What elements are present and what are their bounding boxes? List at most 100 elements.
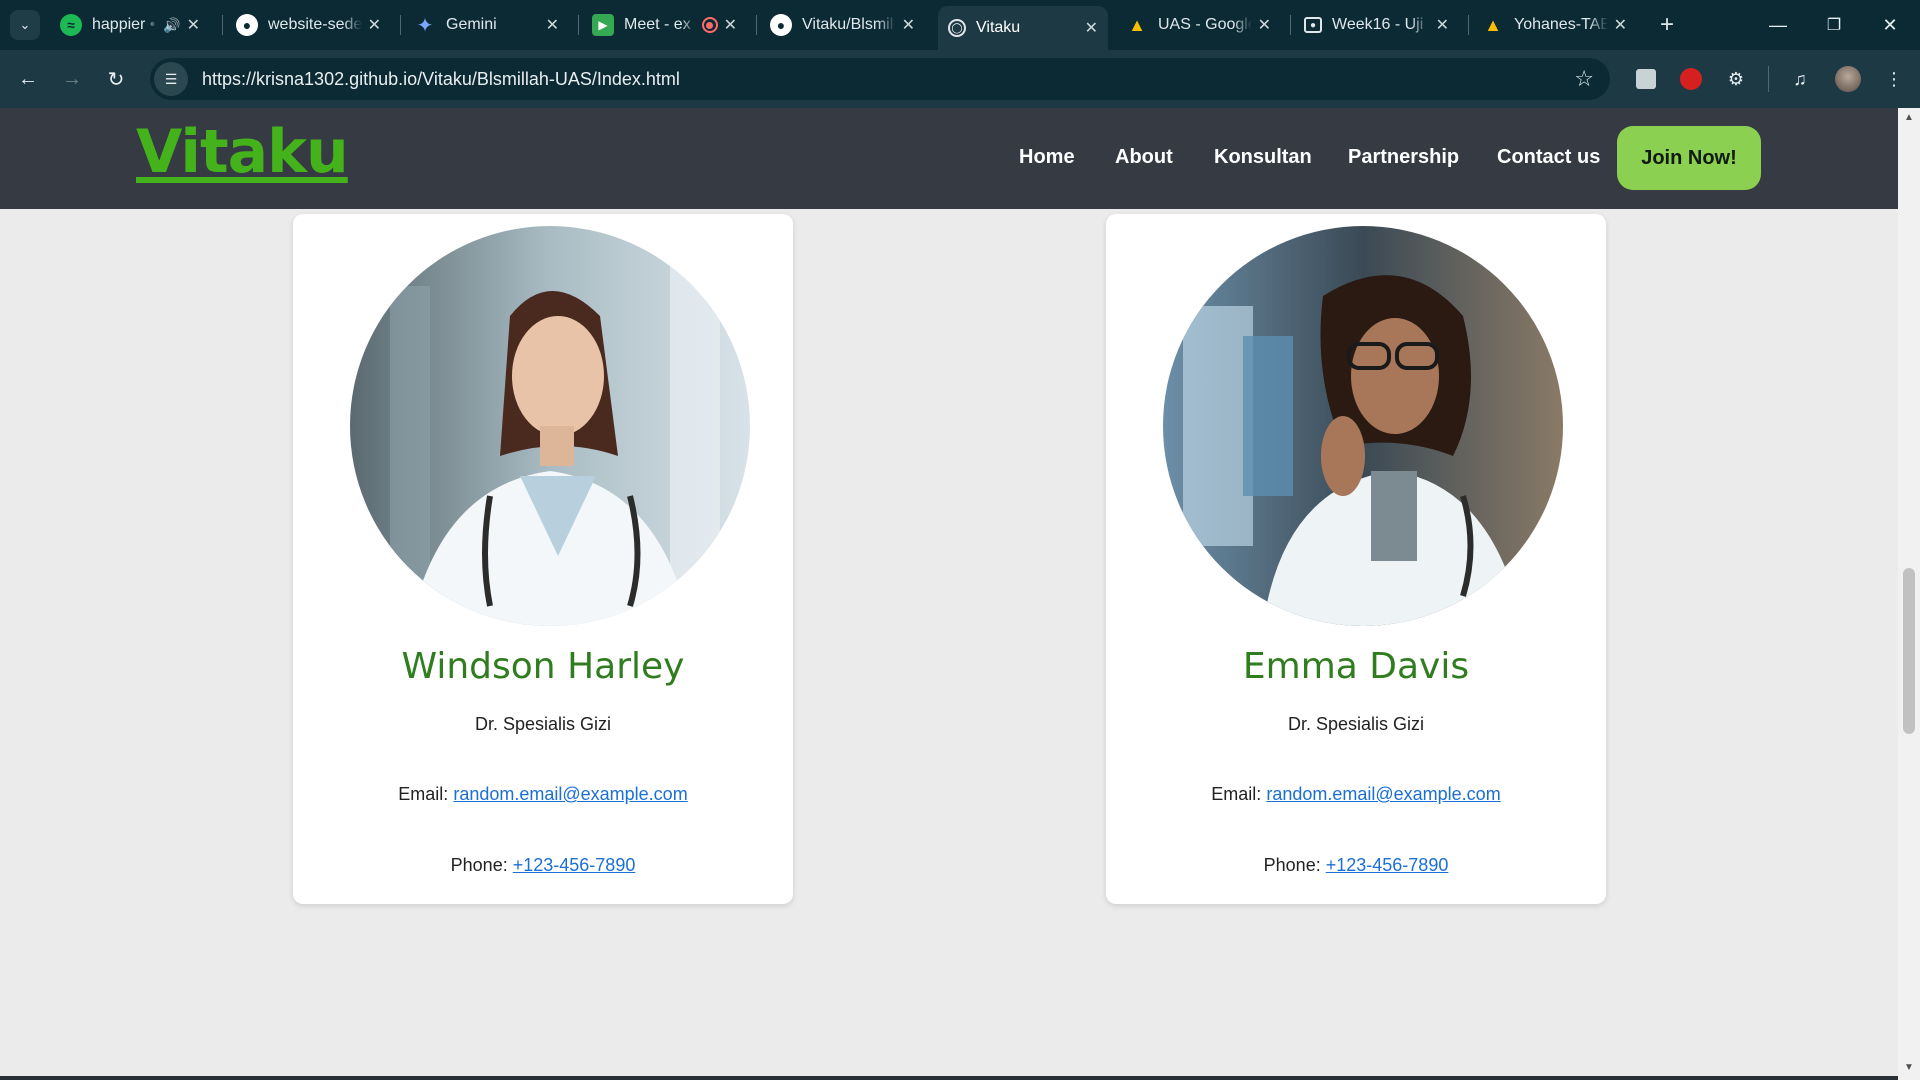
globe-icon: ◯ — [948, 19, 966, 37]
tab-drive-uas[interactable]: ▲ UAS - Google ✕ — [1116, 8, 1281, 42]
close-icon[interactable]: ✕ — [1436, 15, 1449, 35]
site-info-button[interactable]: ☰ — [154, 62, 188, 96]
site-logo[interactable]: Vitaku — [136, 122, 349, 182]
consultant-phone-line: Phone: +123-456-7890 — [293, 855, 793, 876]
doctor-portrait-image — [1163, 226, 1563, 626]
nav-konsultan[interactable]: Konsultan — [1214, 146, 1312, 169]
github-icon: ● — [770, 14, 792, 36]
close-icon[interactable]: ✕ — [1085, 18, 1098, 38]
tab-label: happier • — [92, 16, 156, 33]
nav-about[interactable]: About — [1115, 146, 1173, 169]
tab-separator — [1290, 15, 1291, 35]
tab-github-website[interactable]: ● website-sede ✕ — [226, 8, 391, 42]
window-close-button[interactable]: ✕ — [1870, 8, 1910, 42]
tab-label: UAS - Google — [1158, 16, 1252, 33]
email-link[interactable]: random.email@example.com — [1266, 784, 1500, 804]
tab-search-button[interactable]: ⌄ — [10, 10, 40, 40]
close-icon[interactable]: ✕ — [1614, 15, 1627, 35]
tab-label: website-sede — [268, 16, 362, 33]
close-icon[interactable]: ✕ — [546, 15, 559, 35]
tab-label: Gemini — [446, 16, 497, 33]
tab-drive-yohanes[interactable]: ▲ Yohanes-TAE ✕ — [1472, 8, 1637, 42]
drive-icon: ▲ — [1128, 14, 1146, 35]
tab-gemini[interactable]: ✦ Gemini ✕ — [404, 8, 569, 42]
tab-label: Week16 - Uji — [1332, 16, 1424, 33]
consultant-name: Windson Harley — [401, 646, 685, 687]
phone-link[interactable]: +123-456-7890 — [513, 855, 636, 875]
browser-menu-icon[interactable]: ⋮ — [1878, 63, 1910, 95]
tab-label: Vitaku/Blsmil — [802, 16, 894, 33]
page-viewport: Vitaku Home About Konsultan Partnership … — [0, 108, 1898, 1080]
recording-icon — [701, 17, 718, 33]
toolbar-separator — [1768, 66, 1769, 92]
url-text[interactable]: https://krisna1302.github.io/Vitaku/Blsm… — [202, 69, 680, 90]
extensions-puzzle-icon[interactable]: ⚙ — [1720, 63, 1752, 95]
reload-button[interactable]: ↻ — [100, 63, 132, 95]
back-button[interactable]: ← — [12, 63, 44, 95]
nav-contact-us[interactable]: Contact us — [1497, 146, 1600, 169]
consultant-photo — [1163, 226, 1563, 626]
tab-classroom[interactable]: ● Week16 - Uji ✕ — [1294, 8, 1459, 42]
tab-separator — [1468, 15, 1469, 35]
extension-adblock-icon[interactable] — [1675, 63, 1707, 95]
tune-icon: ☰ — [164, 70, 178, 87]
drive-icon: ▲ — [1484, 14, 1502, 35]
consultant-role: Dr. Spesialis Gizi — [474, 714, 612, 734]
classroom-icon: ● — [1304, 17, 1322, 33]
nav-partnership[interactable]: Partnership — [1348, 146, 1459, 169]
tab-label: Vitaku — [976, 19, 1021, 36]
address-bar[interactable]: ☰ https://krisna1302.github.io/Vitaku/Bl… — [150, 58, 1610, 100]
close-icon[interactable]: ✕ — [724, 15, 737, 35]
email-label: Email: — [398, 784, 449, 804]
tab-spotify[interactable]: ≈ happier • 🔊 ✕ — [50, 8, 210, 42]
tab-label: Meet - ex — [624, 16, 691, 33]
arrow-left-icon: ← — [18, 67, 38, 90]
media-control-icon[interactable]: ♫ — [1784, 63, 1816, 95]
close-icon[interactable]: ✕ — [902, 15, 915, 35]
consultant-role: Dr. Spesialis Gizi — [1287, 714, 1425, 734]
email-link[interactable]: random.email@example.com — [453, 784, 687, 804]
consultant-photo — [350, 226, 750, 626]
phone-link[interactable]: +123-456-7890 — [1326, 855, 1449, 875]
phone-label: Phone: — [1263, 855, 1321, 875]
consultant-card: Windson Harley Dr. Spesialis Gizi Email:… — [293, 214, 793, 904]
email-label: Email: — [1211, 784, 1262, 804]
speaker-icon[interactable]: 🔊 — [163, 17, 180, 34]
close-icon[interactable]: ✕ — [187, 15, 200, 35]
consultant-email-line: Email: random.email@example.com — [293, 784, 793, 805]
tab-github-vitaku[interactable]: ● Vitaku/Blsmil ✕ — [760, 8, 925, 42]
scroll-down-arrow-icon[interactable]: ▼ — [1898, 1062, 1920, 1076]
page-scrollbar[interactable]: ▲ ▼ — [1898, 108, 1920, 1080]
close-icon[interactable]: ✕ — [1258, 15, 1271, 35]
forward-button[interactable]: → — [56, 63, 88, 95]
close-icon[interactable]: ✕ — [368, 15, 381, 35]
consultant-phone-line: Phone: +123-456-7890 — [1106, 855, 1606, 876]
bookmark-star-icon[interactable]: ☆ — [1574, 66, 1594, 92]
tab-label: Yohanes-TAE — [1514, 16, 1608, 33]
scrollbar-thumb[interactable] — [1903, 568, 1915, 734]
restore-button[interactable]: ❐ — [1814, 8, 1854, 42]
join-now-button[interactable]: Join Now! — [1617, 126, 1761, 190]
tab-meet[interactable]: ▶ Meet - ex ✕ — [582, 8, 747, 42]
new-tab-button[interactable]: + — [1652, 10, 1682, 40]
phone-label: Phone: — [450, 855, 508, 875]
arrow-right-icon: → — [62, 67, 82, 90]
profile-avatar[interactable] — [1832, 63, 1864, 95]
minimize-button[interactable]: — — [1758, 8, 1798, 42]
tab-vitaku-active[interactable]: ◯ Vitaku ✕ — [938, 6, 1108, 50]
nav-home[interactable]: Home — [1019, 146, 1075, 169]
tab-separator — [222, 15, 223, 35]
browser-toolbar: ← → ↻ ☰ https://krisna1302.github.io/Vit… — [0, 50, 1920, 108]
scroll-up-arrow-icon[interactable]: ▲ — [1898, 112, 1920, 126]
tab-separator — [578, 15, 579, 35]
consultant-card: Emma Davis Dr. Spesialis Gizi Email: ran… — [1106, 214, 1606, 904]
page-bottom-edge — [0, 1076, 1898, 1080]
tab-separator — [400, 15, 401, 35]
gemini-icon: ✦ — [416, 14, 434, 37]
extension-notes-icon[interactable] — [1630, 63, 1662, 95]
meet-icon: ▶ — [592, 14, 614, 36]
spotify-icon: ≈ — [60, 14, 82, 36]
site-navbar: Vitaku Home About Konsultan Partnership … — [0, 108, 1898, 209]
doctor-portrait-image — [350, 226, 750, 626]
chevron-down-icon: ⌄ — [19, 17, 31, 32]
